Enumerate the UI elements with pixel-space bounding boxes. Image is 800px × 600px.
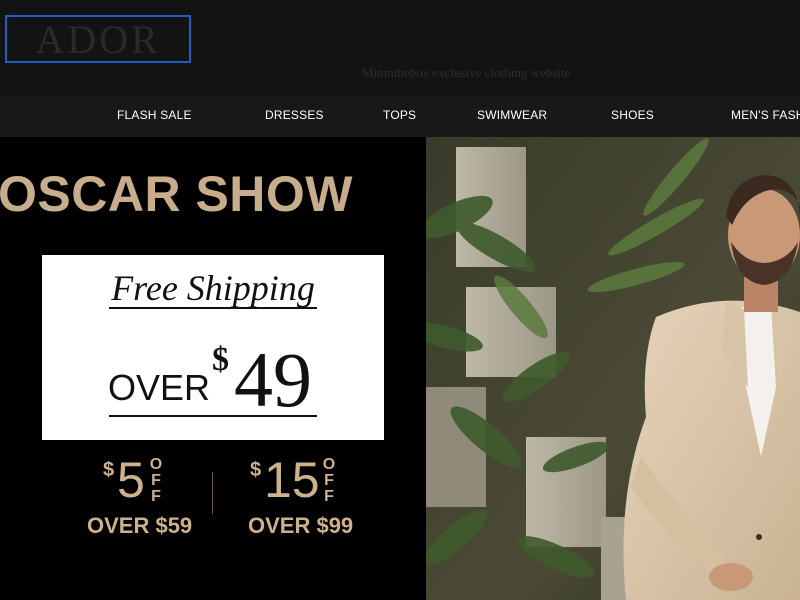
- nav-item-swimwear[interactable]: SWIMWEAR: [477, 108, 547, 122]
- offer-condition: OVER $99: [248, 513, 354, 538]
- nav-item-shoes[interactable]: SHOES: [611, 108, 654, 122]
- free-shipping-box: Free Shipping OVER $ 49: [42, 255, 384, 440]
- nav-item-mens-fashion[interactable]: MEN'S FASH: [731, 108, 800, 122]
- offer-currency: $: [103, 459, 115, 481]
- divider-line: [109, 307, 317, 309]
- divider-line: [109, 415, 317, 417]
- offer-amount: 5: [117, 452, 145, 508]
- offer-off-letter: O: [149, 456, 163, 473]
- nav-item-flash-sale[interactable]: FLASH SALE: [117, 108, 192, 122]
- promo-panel: OSCAR SHOW Free Shipping OVER $ 49 $ 5 O…: [0, 137, 426, 600]
- offer-currency: $: [250, 459, 262, 481]
- site-logo[interactable]: ADOR: [5, 15, 191, 63]
- free-shipping-amount: 49: [234, 336, 312, 423]
- site-tagline: Mininthebox exclusive clothing website: [362, 65, 571, 80]
- main-nav: FLASH SALE DRESSES TOPS SWIMWEAR SHOES M…: [0, 95, 800, 137]
- nav-item-dresses[interactable]: DRESSES: [265, 108, 324, 122]
- free-shipping-over-label: OVER: [108, 367, 211, 408]
- site-header: ADOR Mininthebox exclusive clothing webs…: [0, 0, 800, 95]
- offer-off-letter: F: [324, 488, 334, 505]
- offer-amount: 15: [264, 452, 320, 508]
- model-photo: [426, 137, 800, 600]
- banner-headline: OSCAR SHOW: [0, 166, 353, 222]
- offer-off-letter: O: [322, 456, 336, 473]
- offer-divider: [212, 472, 213, 514]
- free-shipping-currency: $: [212, 341, 229, 378]
- offer-condition: OVER $59: [87, 513, 193, 538]
- offer-off-letter: F: [324, 472, 334, 489]
- free-shipping-title: Free Shipping: [111, 268, 315, 308]
- offer-off-letter: F: [151, 472, 161, 489]
- promo-banner[interactable]: OSCAR SHOW Free Shipping OVER $ 49 $ 5 O…: [0, 137, 800, 600]
- offer-off-letter: F: [151, 488, 161, 505]
- nav-item-tops[interactable]: TOPS: [383, 108, 416, 122]
